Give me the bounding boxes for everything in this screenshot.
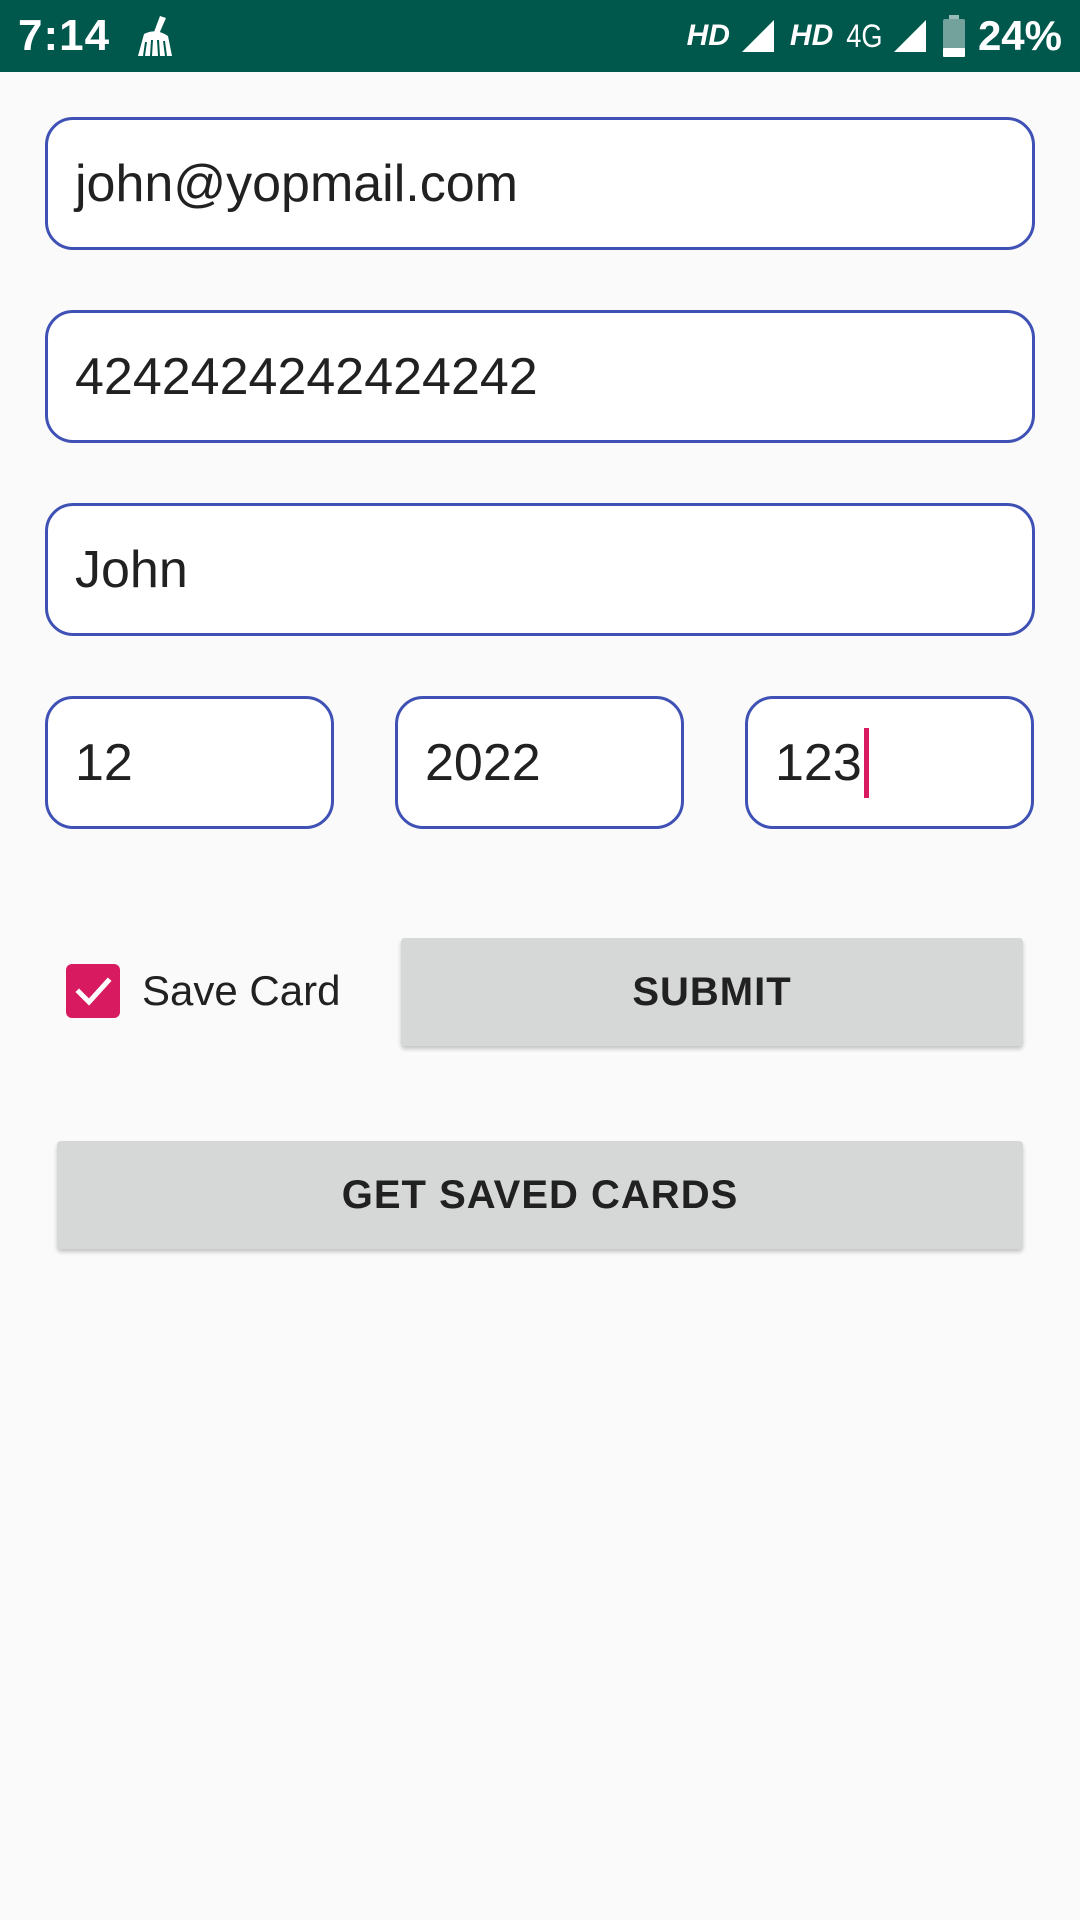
- expiry-year-field-value: 2022: [425, 733, 541, 792]
- cleaner-broom-icon: [138, 16, 172, 57]
- expiry-month-field[interactable]: 12: [45, 696, 334, 829]
- cvv-field[interactable]: 123: [745, 696, 1034, 829]
- cardholder-name-field[interactable]: John: [45, 503, 1035, 636]
- network-type-label: 4G: [846, 17, 883, 54]
- expiry-month-field-value: 12: [75, 733, 133, 792]
- sim1-hd-label: HD: [686, 19, 730, 52]
- checkmark-icon: [75, 977, 112, 1006]
- cvv-field-value: 123: [775, 733, 862, 792]
- status-bar: 7:14 HD HD 4G 24%: [0, 0, 1080, 72]
- card-number-field-value: 4242424242424242: [75, 347, 538, 406]
- sim2-hd-label: HD: [789, 19, 834, 52]
- save-card-checkbox[interactable]: [66, 964, 120, 1018]
- cardholder-name-field-value: John: [75, 540, 188, 599]
- email-field[interactable]: john@yopmail.com: [45, 117, 1035, 250]
- signal-strength-icon: [741, 20, 774, 52]
- card-number-field[interactable]: 4242424242424242: [45, 310, 1035, 443]
- email-field-value: john@yopmail.com: [75, 154, 518, 213]
- save-card-label: Save Card: [142, 967, 341, 1014]
- submit-button[interactable]: SUBMIT: [401, 938, 1023, 1046]
- save-card-checkbox-row[interactable]: Save Card: [66, 963, 340, 1019]
- get-saved-cards-button[interactable]: GET SAVED CARDS: [57, 1141, 1023, 1249]
- text-cursor: [863, 727, 869, 798]
- expiry-year-field[interactable]: 2022: [395, 696, 684, 829]
- battery-percent: 24%: [977, 12, 1062, 59]
- signal-strength-icon: [893, 20, 926, 52]
- battery-icon: [942, 15, 965, 57]
- status-indicators: HD HD 4G 24%: [687, 0, 1062, 72]
- status-time: 7:14: [18, 11, 111, 60]
